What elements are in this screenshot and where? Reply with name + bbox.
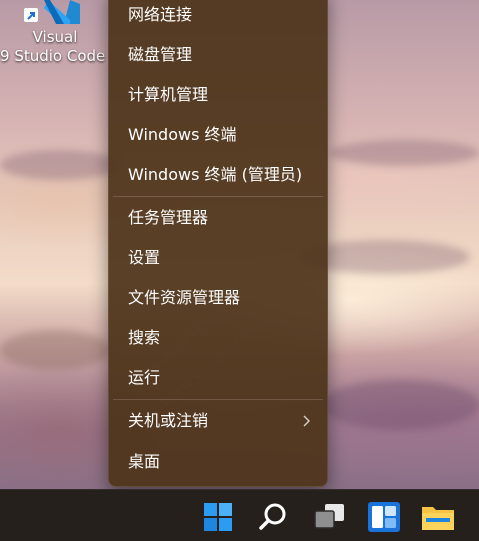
menu-item-label: 磁盘管理: [128, 45, 193, 64]
menu-item-label: 网络连接: [128, 5, 193, 24]
file-explorer-icon: [422, 507, 454, 530]
menu-separator: [113, 399, 323, 400]
menu-item-label: 任务管理器: [128, 208, 209, 227]
menu-item-task-manager[interactable]: 任务管理器: [113, 200, 323, 236]
desktop-icon-label-line1: Visual: [32, 28, 78, 46]
file-explorer-button[interactable]: [418, 497, 458, 537]
widgets-icon: [368, 502, 400, 532]
menu-item-label: 文件资源管理器: [128, 288, 241, 307]
menu-item-desktop[interactable]: 桌面: [113, 444, 323, 480]
search-icon: [259, 503, 286, 530]
menu-item-file-explorer[interactable]: 文件资源管理器: [113, 280, 323, 316]
menu-item-windows-terminal[interactable]: Windows 终端: [113, 117, 323, 153]
task-view-button[interactable]: [310, 497, 350, 537]
winx-context-menu: 网络连接 磁盘管理 计算机管理 Windows 终端 Windows 终端 (管…: [108, 0, 328, 487]
desktop-icon-label: Visual 9 Studio Code: [0, 28, 110, 66]
menu-item-label: 搜索: [128, 328, 161, 347]
menu-separator: [113, 196, 323, 197]
vscode-icon: [44, 0, 80, 24]
windows-start-icon: [204, 503, 232, 531]
desktop-icon-prefix: 9: [0, 47, 10, 65]
desktop-icon-vscode[interactable]: Visual 9 Studio Code: [0, 0, 110, 70]
desktop-icon-label-line2: 9 Studio Code: [0, 47, 110, 66]
menu-item-label: Windows 终端: [128, 125, 237, 144]
menu-item-windows-terminal-admin[interactable]: Windows 终端 (管理员): [113, 157, 323, 193]
menu-item-network-connections[interactable]: 网络连接: [113, 0, 323, 33]
widgets-button[interactable]: [364, 497, 404, 537]
menu-item-label: Windows 终端 (管理员): [128, 165, 303, 184]
shortcut-arrow-icon: [24, 8, 38, 22]
desktop-screen: Visual 9 Studio Code Yesunet开发者 www.yesu…: [0, 0, 479, 541]
task-view-icon: [314, 504, 344, 529]
menu-item-shutdown-or-sign-out[interactable]: 关机或注销: [113, 403, 323, 439]
menu-item-run[interactable]: 运行: [113, 360, 323, 396]
menu-item-label: 桌面: [128, 452, 161, 471]
taskbar-search-button[interactable]: [254, 497, 294, 537]
menu-item-label: 设置: [128, 248, 161, 267]
menu-item-settings[interactable]: 设置: [113, 240, 323, 276]
menu-item-label: 运行: [128, 368, 161, 387]
menu-item-computer-management[interactable]: 计算机管理: [113, 77, 323, 113]
menu-item-search[interactable]: 搜索: [113, 320, 323, 356]
taskbar: [0, 489, 479, 541]
menu-item-label: 计算机管理: [128, 85, 209, 104]
menu-item-label: 关机或注销: [128, 411, 209, 430]
start-button[interactable]: [198, 497, 238, 537]
menu-item-disk-management[interactable]: 磁盘管理: [113, 37, 323, 73]
desktop-icon-name: Studio Code: [14, 47, 106, 65]
